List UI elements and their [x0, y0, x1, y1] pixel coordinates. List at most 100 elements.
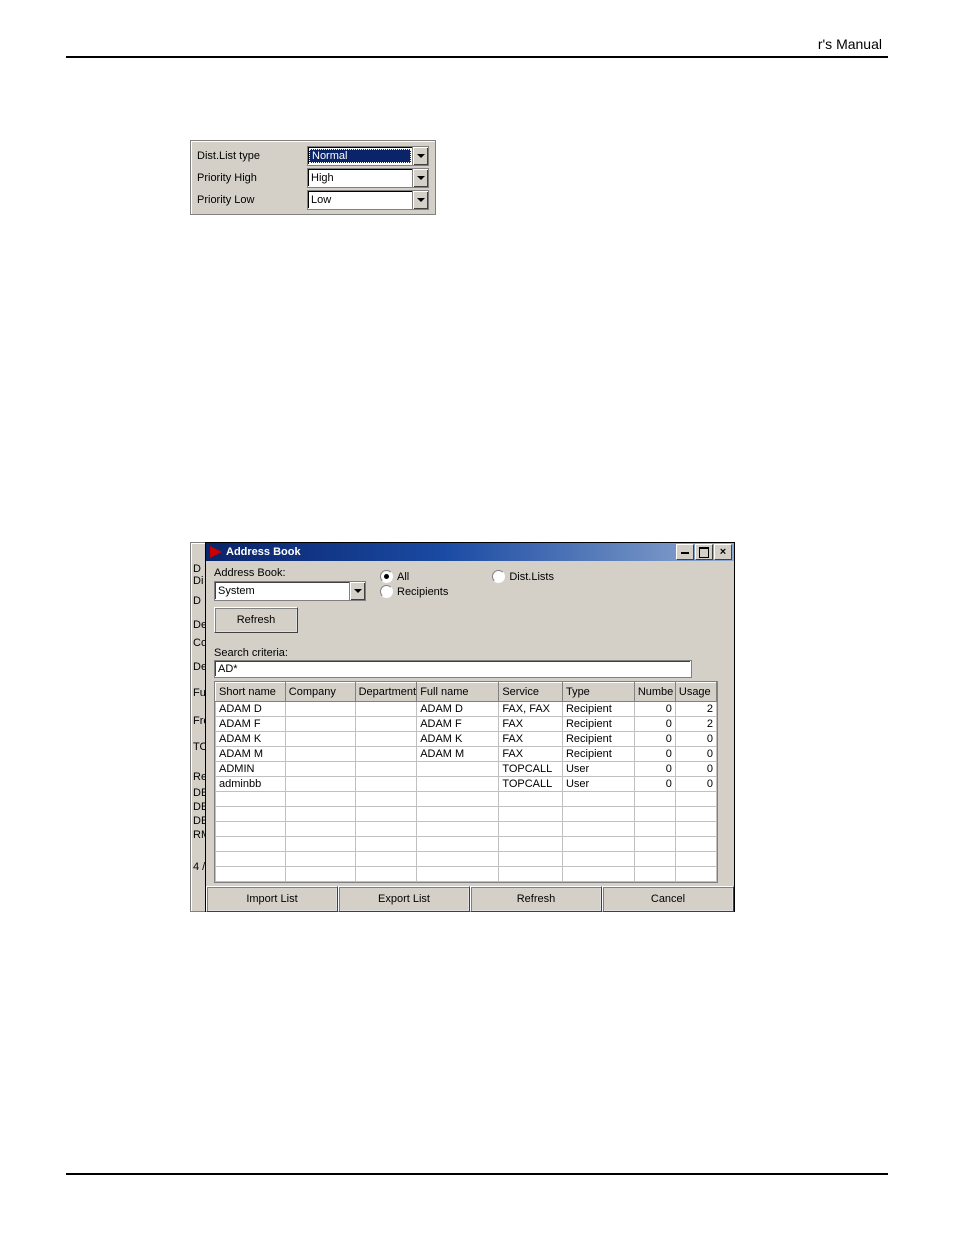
settings-row: Priority HighHigh [197, 167, 429, 189]
settings-combo-value: Low [308, 194, 412, 206]
settings-combo[interactable]: Normal [307, 146, 429, 166]
maximize-button[interactable] [695, 544, 713, 560]
cell-short-name: ADAM M [216, 747, 286, 762]
header-rule [66, 56, 888, 58]
cell-empty [417, 882, 499, 884]
cell-empty [216, 867, 286, 882]
settings-row: Priority LowLow [197, 189, 429, 211]
column-header-type[interactable]: Type [562, 683, 634, 702]
cell-company [285, 747, 355, 762]
column-header-department[interactable]: Department [355, 683, 417, 702]
cell-number: 0 [634, 747, 675, 762]
cell-empty [216, 807, 286, 822]
cell-empty [499, 822, 563, 837]
cell-company [285, 702, 355, 717]
cell-empty [562, 852, 634, 867]
cell-empty [216, 852, 286, 867]
cell-full-name: ADAM M [417, 747, 499, 762]
cell-department [355, 762, 417, 777]
cell-number: 0 [634, 717, 675, 732]
address-book-combo-value: System [215, 585, 349, 597]
results-table[interactable]: Short nameCompanyDepartmentFull nameServ… [214, 681, 718, 883]
cell-empty [285, 807, 355, 822]
column-header-service[interactable]: Service [499, 683, 563, 702]
cell-empty [634, 867, 675, 882]
cell-number: 0 [634, 762, 675, 777]
cell-empty [285, 882, 355, 884]
cell-empty [355, 852, 417, 867]
cell-type: Recipient [562, 702, 634, 717]
minimize-button[interactable] [676, 544, 694, 560]
table-row[interactable]: adminbbTOPCALLUser00 [216, 777, 717, 792]
column-header-number[interactable]: Numbe [634, 683, 675, 702]
import-list-button[interactable]: Import List [206, 886, 338, 912]
cell-empty [634, 822, 675, 837]
cell-service: FAX [499, 732, 563, 747]
cell-empty [355, 807, 417, 822]
dropdown-arrow-icon[interactable] [349, 582, 365, 600]
cell-empty [499, 792, 563, 807]
cell-short-name: ADAM D [216, 702, 286, 717]
cell-usage: 0 [675, 732, 716, 747]
dropdown-arrow-icon[interactable] [412, 191, 428, 209]
settings-combo[interactable]: Low [307, 190, 429, 210]
cell-department [355, 717, 417, 732]
cell-empty [675, 852, 716, 867]
dropdown-arrow-icon[interactable] [412, 147, 428, 165]
column-header-company[interactable]: Company [285, 683, 355, 702]
cell-full-name: ADAM D [417, 702, 499, 717]
cell-type: Recipient [562, 732, 634, 747]
column-header-full-name[interactable]: Full name [417, 683, 499, 702]
cell-empty [499, 837, 563, 852]
cell-empty [355, 867, 417, 882]
search-criteria-input[interactable]: AD* [214, 660, 692, 678]
cancel-button[interactable]: Cancel [602, 886, 734, 912]
cell-empty [499, 882, 563, 884]
close-button[interactable]: × [714, 544, 732, 560]
address-book-combo[interactable]: System [214, 581, 366, 601]
radio-dist-lists[interactable] [492, 570, 505, 583]
settings-label: Dist.List type [197, 150, 307, 162]
cell-type: Recipient [562, 717, 634, 732]
table-row-empty [216, 837, 717, 852]
table-row[interactable]: ADMINTOPCALLUser00 [216, 762, 717, 777]
cell-empty [417, 837, 499, 852]
cell-service: FAX [499, 717, 563, 732]
cell-empty [417, 807, 499, 822]
dropdown-arrow-icon[interactable] [412, 169, 428, 187]
radio-recipients[interactable] [380, 585, 393, 598]
cell-empty [355, 822, 417, 837]
cell-empty [355, 882, 417, 884]
radio-all[interactable] [380, 570, 393, 583]
table-row[interactable]: ADAM FADAM FFAXRecipient02 [216, 717, 717, 732]
app-icon [210, 546, 222, 558]
cell-empty [216, 822, 286, 837]
cell-number: 0 [634, 777, 675, 792]
cell-empty [675, 837, 716, 852]
cell-empty [499, 807, 563, 822]
page-header: r's Manual [818, 36, 882, 52]
cell-empty [562, 822, 634, 837]
table-row[interactable]: ADAM KADAM KFAXRecipient00 [216, 732, 717, 747]
table-row[interactable]: ADAM DADAM DFAX, FAXRecipient02 [216, 702, 717, 717]
export-list-button[interactable]: Export List [338, 886, 470, 912]
cell-empty [285, 822, 355, 837]
cell-short-name: ADAM F [216, 717, 286, 732]
table-row[interactable]: ADAM MADAM MFAXRecipient00 [216, 747, 717, 762]
settings-combo[interactable]: High [307, 168, 429, 188]
cell-empty [634, 882, 675, 884]
cell-empty [216, 792, 286, 807]
column-header-short-name[interactable]: Short name [216, 683, 286, 702]
cell-company [285, 762, 355, 777]
table-row-empty [216, 882, 717, 884]
refresh-bottom-button[interactable]: Refresh [470, 886, 602, 912]
radio-all-label: All [397, 571, 409, 583]
refresh-button[interactable]: Refresh [214, 607, 298, 633]
cell-empty [417, 867, 499, 882]
column-header-usage[interactable]: Usage [675, 683, 716, 702]
cell-company [285, 732, 355, 747]
titlebar[interactable]: Address Book × [206, 543, 734, 561]
cell-empty [562, 792, 634, 807]
cell-empty [562, 882, 634, 884]
close-icon: × [720, 547, 726, 557]
